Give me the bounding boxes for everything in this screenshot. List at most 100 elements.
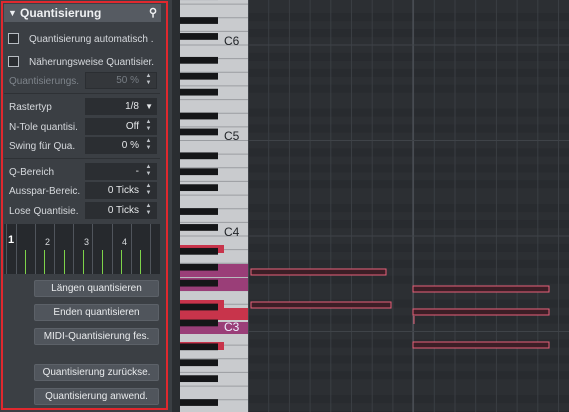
black-key-row <box>248 355 569 364</box>
auto-quantize-checkbox[interactable] <box>8 33 19 44</box>
grid-line <box>63 250 65 274</box>
black-key <box>180 247 218 255</box>
octave-label: C3 <box>224 320 240 334</box>
exclude-range-stepper[interactable]: 0 Ticks ▲ ▼ <box>85 182 157 199</box>
grid-type-label: Rastertyp <box>9 102 52 113</box>
black-key-row <box>248 204 569 213</box>
grid-line <box>25 250 27 274</box>
midi-note <box>412 308 550 316</box>
reset-quantize-button[interactable]: Quantisierung zurückse. <box>34 364 159 381</box>
black-key-row <box>248 124 569 133</box>
black-key <box>180 56 218 64</box>
quantize-panel: ▼ Quantisierung ⚲ Quantisierung automati… <box>0 0 172 412</box>
black-key <box>180 399 218 406</box>
octave-label: C4 <box>224 225 240 239</box>
divider <box>4 158 160 159</box>
black-key <box>180 112 218 120</box>
grid-line <box>15 224 17 274</box>
ntole-label: N-Tole quantisi. <box>9 122 78 133</box>
stepper-arrows-icon: ▲ ▼ <box>145 73 152 86</box>
black-key <box>180 319 218 327</box>
black-key-row <box>248 164 569 173</box>
stepper-arrows-icon[interactable]: ▲ ▼ <box>144 203 153 217</box>
grid-line <box>54 224 55 274</box>
grid-line <box>102 250 103 274</box>
quant-strength-label: Quantisierungs. <box>9 76 80 87</box>
quantize-lengths-button[interactable]: Längen quantisieren <box>34 280 159 297</box>
quantize-ends-button[interactable]: Enden quantisieren <box>34 304 159 321</box>
black-key <box>180 303 218 311</box>
swing-stepper[interactable]: 0 % ▲ ▼ <box>85 137 157 154</box>
midi-note <box>250 268 387 276</box>
grid-line <box>44 250 46 274</box>
q-range-label: Q-Bereich <box>9 167 55 178</box>
grid-number: 2 <box>45 237 51 247</box>
stepper-arrows-icon[interactable]: ▲ ▼ <box>144 164 153 178</box>
black-key-row <box>248 68 569 77</box>
stepper-arrows-icon[interactable]: ▲ ▼ <box>144 183 153 197</box>
swing-label: Swing für Qua. <box>9 141 76 152</box>
black-key-row <box>248 243 569 252</box>
grid-line <box>140 250 142 274</box>
black-key-row <box>248 180 569 189</box>
q-range-stepper[interactable]: - ▲ ▼ <box>85 163 157 180</box>
black-key <box>180 152 218 160</box>
black-key <box>180 375 218 383</box>
black-key <box>180 168 218 176</box>
grid-type-dropdown[interactable]: 1/8 ▼ <box>85 98 157 115</box>
stepper-arrows-icon[interactable]: ▲ ▼ <box>144 119 153 133</box>
black-key <box>180 33 218 40</box>
black-key <box>180 128 218 136</box>
black-key <box>180 88 218 96</box>
midi-note <box>412 285 550 293</box>
grid-line <box>92 224 94 274</box>
stepper-arrows-icon[interactable]: ▲ ▼ <box>144 138 153 152</box>
black-key-row <box>248 315 569 324</box>
black-key-row <box>248 259 569 268</box>
panel-title: Quantisierung <box>20 6 102 20</box>
midi-note <box>250 301 392 309</box>
grid-line <box>150 224 151 274</box>
black-key-row <box>248 84 569 93</box>
black-key-row <box>248 395 569 404</box>
black-key <box>180 359 218 367</box>
grid-line <box>73 224 75 274</box>
black-key <box>180 184 218 192</box>
exclude-range-label: Ausspar-Bereic. <box>9 186 81 197</box>
piano-roll[interactable] <box>172 0 569 412</box>
panel-header[interactable]: ▼ Quantisierung ⚲ <box>4 4 161 22</box>
grid-number: 4 <box>122 237 128 247</box>
approx-quantize-checkbox[interactable] <box>8 56 19 67</box>
quant-strength-field: 50 % ▲ ▼ <box>85 72 157 89</box>
grid-line <box>121 250 123 274</box>
approx-quantize-label: Näherungsweise Quantisier. <box>29 57 155 68</box>
black-key-row <box>248 13 569 22</box>
apply-quantize-button[interactable]: Quantisierung anwend. <box>34 388 159 405</box>
chevron-down-icon: ▼ <box>145 102 153 111</box>
black-key-row <box>248 29 569 38</box>
auto-quantize-label: Quantisierung automatisch . <box>29 34 154 45</box>
black-key-row <box>248 220 569 229</box>
ntole-stepper[interactable]: Off ▲ ▼ <box>85 118 157 135</box>
black-key-row <box>248 52 569 61</box>
black-key-row <box>248 371 569 380</box>
midi-note <box>412 341 550 349</box>
key-editor[interactable]: C6 C5 C4 C3 <box>172 0 569 412</box>
grid-line <box>82 250 84 274</box>
grid-line <box>111 224 113 274</box>
black-key-row <box>248 275 569 284</box>
grid-line <box>34 224 36 274</box>
grid-line <box>6 224 7 274</box>
loose-quantize-stepper[interactable]: 0 Ticks ▲ ▼ <box>85 202 157 219</box>
octave-label: C5 <box>224 129 240 143</box>
black-key <box>180 343 218 351</box>
fix-midi-quantize-button[interactable]: MIDI-Quantisierung fes. <box>34 328 159 345</box>
black-key <box>180 72 218 80</box>
divider <box>4 93 160 94</box>
search-icon[interactable]: ⚲ <box>149 4 157 22</box>
collapse-triangle-icon[interactable]: ▼ <box>8 4 17 22</box>
grid-number: 1 <box>8 234 15 246</box>
grid-number: 3 <box>84 237 90 247</box>
black-key-row <box>248 148 569 157</box>
quantize-grid-display[interactable]: 1 2 3 4 <box>4 224 160 274</box>
